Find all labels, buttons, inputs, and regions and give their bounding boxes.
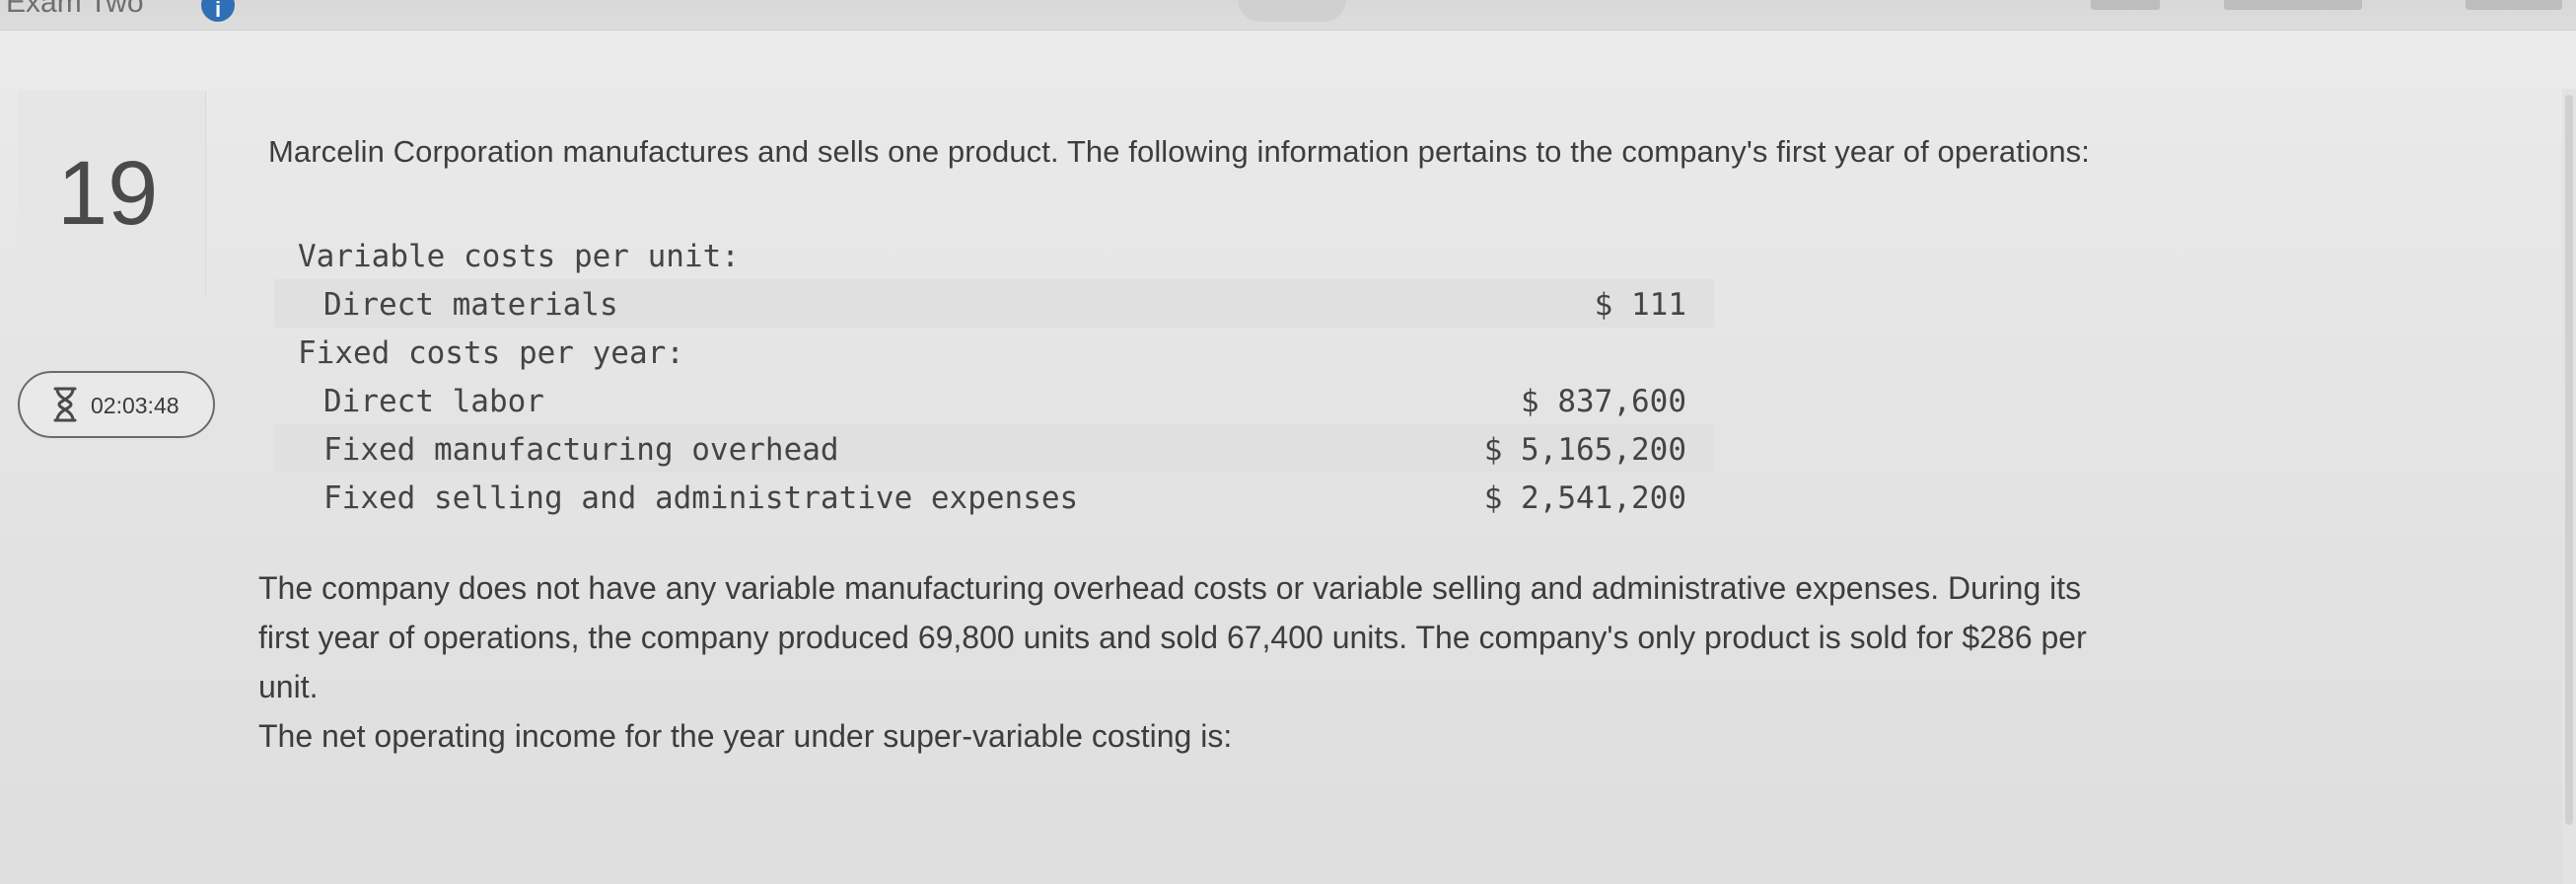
timer[interactable]: 02:03:48: [18, 371, 215, 438]
row-value: $ 5,165,200: [1483, 432, 1686, 468]
row-value: $ 2,541,200: [1483, 480, 1686, 516]
help-button[interactable]: [2091, 0, 2160, 10]
top-bar: Exam Two i: [0, 0, 2576, 31]
table-row: Direct materials $ 111: [274, 279, 1714, 328]
paragraph-line: The company does not have any variable m…: [258, 570, 2082, 606]
paragraph-line: unit.: [258, 669, 319, 704]
table-row: Variable costs per unit:: [274, 231, 1714, 279]
cost-table: Variable costs per unit: Direct material…: [274, 231, 1714, 521]
question-intro: Marcelin Corporation manufactures and se…: [268, 134, 2090, 169]
hourglass-icon: [53, 387, 77, 422]
row-label: Fixed costs per year:: [298, 335, 684, 371]
table-row: Direct labor $ 837,600: [274, 376, 1714, 424]
exam-title: Exam Two: [6, 0, 144, 19]
row-label: Fixed selling and administrative expense…: [323, 480, 1079, 516]
row-value: $ 837,600: [1521, 384, 1686, 419]
paragraph-line: first year of operations, the company pr…: [258, 620, 2087, 655]
row-label: Direct labor: [323, 384, 544, 419]
timer-text: 02:03:48: [91, 393, 179, 418]
save-and-exit-button[interactable]: [2224, 0, 2362, 10]
table-row: Fixed manufacturing overhead $ 5,165,200: [274, 424, 1714, 473]
row-label: Fixed manufacturing overhead: [323, 432, 839, 468]
question-number: 19: [57, 143, 159, 244]
info-icon[interactable]: i: [201, 0, 235, 22]
submit-button[interactable]: [2466, 0, 2562, 10]
scrollbar-thumb[interactable]: [2565, 95, 2573, 825]
row-label: Direct materials: [323, 287, 618, 323]
question-prompt: The net operating income for the year un…: [258, 718, 1233, 754]
table-row: Fixed costs per year:: [274, 328, 1714, 376]
saved-status-pill: [1238, 0, 1346, 22]
row-value: $ 111: [1594, 287, 1686, 323]
row-label: Variable costs per unit:: [298, 239, 740, 274]
table-row: Fixed selling and administrative expense…: [274, 473, 1714, 521]
